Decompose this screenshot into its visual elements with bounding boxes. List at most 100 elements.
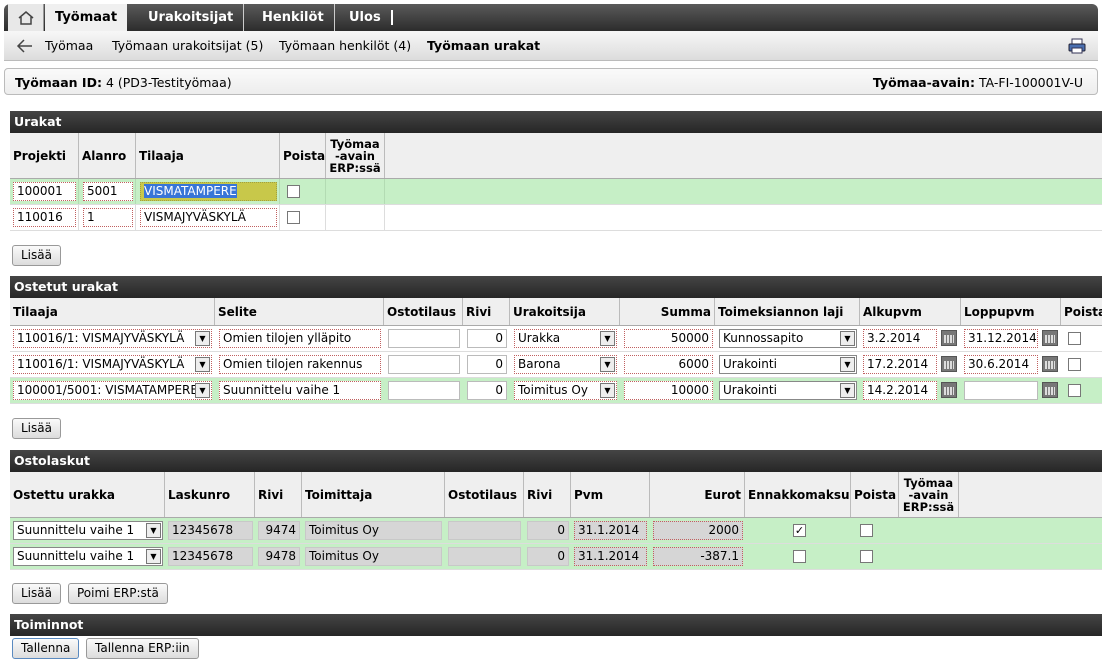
selite-input[interactable]: Suunnittelu vaihe 1 — [219, 381, 381, 400]
urakoitsija-select[interactable]: Urakka ▼ — [514, 329, 617, 348]
calendar-icon[interactable] — [941, 330, 957, 346]
calendar-icon[interactable] — [941, 382, 957, 398]
calendar-icon[interactable] — [1042, 330, 1058, 346]
urakoitsija-select[interactable]: Toimitus Oy ▼ — [514, 381, 617, 400]
loppupvm-input[interactable]: 30.6.2014 — [964, 355, 1038, 374]
loppupvm-input[interactable]: 31.12.2014 — [964, 329, 1038, 348]
pvm-field: 31.1.2014 — [574, 547, 647, 566]
calendar-icon[interactable] — [1042, 356, 1058, 372]
col-poista: Poista — [1064, 304, 1102, 319]
table-row: 110016/1: VISMAJYVÄSKYLÄ ▼ Omien tilojen … — [10, 326, 1102, 352]
rivi-input[interactable]: 0 — [467, 355, 507, 374]
tab-ulos[interactable]: Ulos — [339, 10, 393, 25]
poista-checkbox[interactable] — [287, 185, 300, 198]
laji-select[interactable]: Urakointi ▼ — [719, 381, 857, 400]
subnav-tyomaa[interactable]: Työmaa — [45, 38, 93, 53]
section-urakat-title: Urakat — [10, 111, 1102, 133]
subnav-urakoitsijat[interactable]: Työmaan urakoitsijat (5) — [112, 38, 263, 53]
ostotilaus-input[interactable] — [388, 355, 460, 374]
summa-input[interactable]: 6000 — [624, 355, 713, 374]
col-tilaaja: Tilaaja — [136, 133, 280, 178]
tilaaja-input[interactable]: VISMAJYVÄSKYLÄ — [140, 208, 277, 227]
sub-navigation: Työmaa Työmaan urakoitsijat (5) Työmaan … — [4, 31, 1098, 61]
ostotilaus-input[interactable] — [388, 381, 460, 400]
selite-input[interactable]: Omien tilojen rakennus — [219, 355, 381, 374]
col-loppupvm: Loppupvm — [961, 298, 1061, 325]
ostetut-add-button[interactable]: Lisää — [12, 418, 61, 439]
alkupvm-input[interactable]: 3.2.2014 — [863, 329, 937, 348]
tab-urakoitsijat[interactable]: Urakoitsijat — [138, 4, 245, 31]
selite-input[interactable]: Omien tilojen ylläpito — [219, 329, 381, 348]
loppupvm-input[interactable] — [964, 381, 1038, 400]
urakka-select[interactable]: Suunnittelu vaihe 1 ▼ — [13, 547, 163, 566]
summa-input[interactable]: 10000 — [624, 381, 713, 400]
ostolaskut-header: Ostettu urakka Laskunro Rivi Toimittaja … — [10, 472, 1102, 518]
col-eurot: Eurot — [650, 472, 745, 517]
ostolaskut-add-button[interactable]: Lisää — [12, 583, 61, 604]
table-row: 100001/5001: VISMATAMPERE ▼ Suunnittelu v… — [10, 378, 1102, 404]
col-pvm: Pvm — [571, 472, 650, 517]
laji-select[interactable]: Urakointi ▼ — [719, 355, 857, 374]
summa-input[interactable]: 50000 — [624, 329, 713, 348]
poista-checkbox[interactable] — [860, 524, 873, 537]
fetch-erp-button[interactable]: Poimi ERP:stä — [68, 583, 168, 604]
calendar-icon[interactable] — [1042, 382, 1058, 398]
tilaaja-select[interactable]: 110016/1: VISMAJYVÄSKYLÄ ▼ — [13, 355, 212, 374]
poista-checkbox[interactable] — [1068, 384, 1081, 397]
top-navigation: Työmaat Urakoitsijat Henkilöt Ulos — [4, 4, 1098, 31]
subnav-urakat[interactable]: Työmaan urakat — [427, 38, 540, 53]
chevron-down-icon: ▼ — [195, 331, 210, 346]
projekti-input[interactable]: 100001 — [13, 182, 76, 201]
tilaaja-select[interactable]: 100001/5001: VISMATAMPERE ▼ — [13, 381, 212, 400]
col-selite: Selite — [215, 298, 384, 325]
calendar-icon[interactable] — [941, 356, 957, 372]
table-row: 110016 1 VISMAJYVÄSKYLÄ — [10, 205, 1102, 231]
alanro-input[interactable]: 1 — [83, 208, 133, 227]
urakat-add-button[interactable]: Lisää — [12, 245, 61, 266]
alkupvm-input[interactable]: 17.2.2014 — [863, 355, 937, 374]
chevron-down-icon: ▼ — [195, 357, 210, 372]
eurot-field: -387.1 — [653, 547, 743, 566]
urakka-select[interactable]: Suunnittelu vaihe 1 ▼ — [13, 521, 163, 540]
col-summa: Summa — [620, 298, 715, 325]
col-tilaaja: Tilaaja — [10, 298, 215, 325]
ennakkomaksu-checkbox[interactable]: ✓ — [793, 524, 806, 537]
rivi-field: 9474 — [258, 521, 300, 540]
section-ostetut-title: Ostetut urakat — [10, 276, 1102, 298]
urakoitsija-select[interactable]: Barona ▼ — [514, 355, 617, 374]
ostotilaus-input[interactable] — [388, 329, 460, 348]
tab-tyomaat[interactable]: Työmaat — [45, 4, 128, 31]
chevron-down-icon: ▼ — [146, 523, 161, 538]
save-button[interactable]: Tallenna — [12, 638, 80, 659]
poista-checkbox[interactable] — [287, 211, 300, 224]
col-urakoitsija: Urakoitsija — [510, 298, 620, 325]
rivi-input[interactable]: 0 — [467, 329, 507, 348]
toimittaja-field: Toimitus Oy — [305, 521, 442, 540]
ostotilaus-field — [448, 547, 521, 566]
tab-henkilot[interactable]: Henkilöt — [252, 4, 335, 31]
ennakkomaksu-checkbox[interactable] — [793, 550, 806, 563]
rivi-input[interactable]: 0 — [467, 381, 507, 400]
save-erp-button[interactable]: Tallenna ERP:iin — [86, 638, 199, 659]
poista-checkbox[interactable] — [1068, 358, 1081, 371]
chevron-down-icon: ▼ — [840, 331, 855, 346]
poista-checkbox[interactable] — [1068, 332, 1081, 345]
projekti-input[interactable]: 110016 — [13, 208, 76, 227]
tilaaja-select[interactable]: 110016/1: VISMAJYVÄSKYLÄ ▼ — [13, 329, 212, 348]
rivi2-field: 0 — [527, 547, 569, 566]
col-rivi-2: Rivi — [524, 472, 571, 517]
subnav-henkilot[interactable]: Työmaan henkilöt (4) — [279, 38, 411, 53]
home-button[interactable] — [8, 4, 44, 31]
section-toiminnot-title: Toiminnot — [10, 614, 1102, 636]
laskunro-field: 12345678 — [168, 547, 253, 566]
col-alkupvm: Alkupvm — [860, 298, 961, 325]
poista-checkbox[interactable] — [860, 550, 873, 563]
alkupvm-input[interactable]: 14.2.2014 — [863, 381, 937, 400]
alanro-input[interactable]: 5001 — [83, 182, 133, 201]
back-arrow-icon[interactable] — [16, 38, 34, 54]
site-key: Työmaa-avain: TA-FI-100001V-U — [872, 75, 1083, 90]
chevron-down-icon: ▼ — [600, 357, 615, 372]
laji-select[interactable]: Kunnossapito ▼ — [719, 329, 857, 348]
printer-icon[interactable] — [1068, 37, 1086, 55]
tilaaja-input[interactable]: VISMATAMPERE — [140, 182, 277, 201]
